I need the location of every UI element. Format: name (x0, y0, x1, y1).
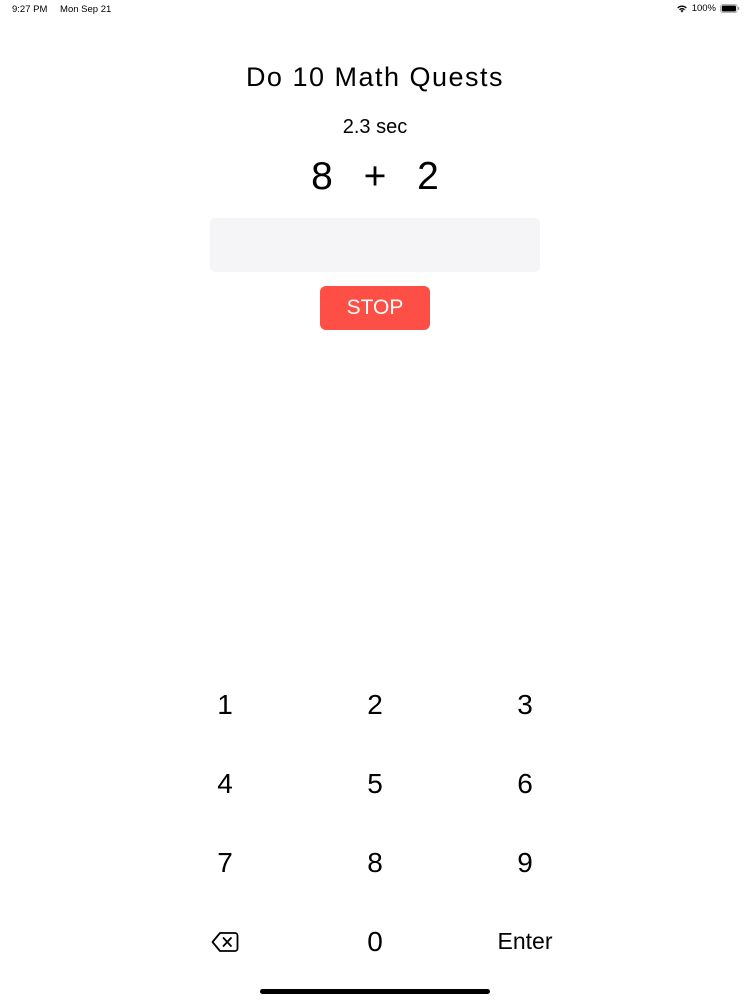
timer-display: 2.3 sec (342, 116, 408, 138)
backspace-key[interactable] (150, 902, 300, 981)
app-screen: 9:27 PM Mon Sep 21 100% Do 10 Math Quest… (0, 0, 750, 1000)
battery-icon (720, 4, 740, 13)
key-6[interactable]: 6 (450, 744, 600, 823)
battery-percent: 100% (691, 3, 716, 14)
math-question: 8 + 2 (0, 155, 750, 199)
status-right: 100% (676, 3, 740, 14)
backspace-icon (211, 931, 239, 952)
key-9[interactable]: 9 (450, 823, 600, 902)
key-7[interactable]: 7 (150, 823, 300, 902)
number-keypad: 1 2 3 4 5 6 7 8 9 0 Enter (150, 665, 600, 981)
key-2[interactable]: 2 (300, 665, 450, 744)
home-indicator[interactable] (260, 989, 490, 994)
wifi-icon (676, 5, 687, 13)
answer-input[interactable] (210, 218, 540, 272)
status-date: Mon Sep 21 (60, 4, 112, 15)
key-5[interactable]: 5 (300, 744, 450, 823)
question-right-operand: 2 (417, 155, 439, 198)
stop-button[interactable]: STOP (320, 286, 430, 330)
key-4[interactable]: 4 (150, 744, 300, 823)
enter-key[interactable]: Enter (450, 902, 600, 981)
question-operator: + (363, 155, 387, 198)
status-time: 9:27 PM (12, 4, 48, 15)
question-left-operand: 8 (311, 155, 333, 198)
page-title: Do 10 Math Quests (245, 62, 505, 92)
key-8[interactable]: 8 (300, 823, 450, 902)
key-0[interactable]: 0 (300, 902, 450, 981)
key-3[interactable]: 3 (450, 665, 600, 744)
status-bar: 9:27 PM Mon Sep 21 100% (0, 0, 750, 18)
status-left: 9:27 PM Mon Sep 21 (12, 4, 111, 15)
key-1[interactable]: 1 (150, 665, 300, 744)
